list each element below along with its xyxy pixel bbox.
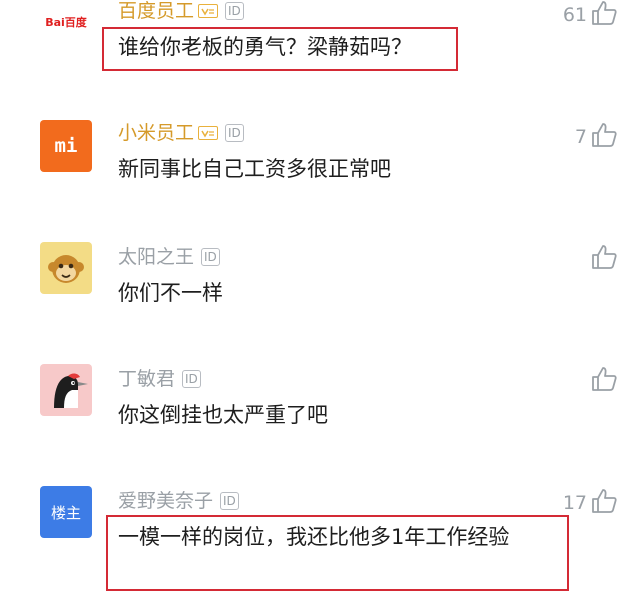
verified-icon	[198, 126, 219, 140]
thumbs-up-icon[interactable]	[591, 0, 617, 30]
woodpecker-icon	[54, 373, 88, 408]
highlight-box	[102, 27, 458, 71]
baidu-logo-text: Bai百度	[45, 16, 87, 29]
username[interactable]: 太阳之王	[118, 246, 194, 268]
like-count: 7	[574, 126, 587, 148]
thumbs-up-icon[interactable]	[591, 244, 617, 274]
id-badge: ID	[225, 2, 244, 20]
thumbs-up-icon[interactable]	[591, 366, 617, 396]
avatar-baidu[interactable]: Bai百度	[40, 2, 92, 42]
monkey-icon	[48, 255, 84, 283]
op-badge: 楼主	[50, 503, 81, 522]
highlight-box	[106, 515, 569, 591]
comment-text: 新同事比自己工资多很正常吧	[118, 157, 391, 181]
avatar-xiaomi[interactable]: mi	[40, 120, 92, 172]
username[interactable]: 小米员工	[118, 122, 194, 144]
avatar-op[interactable]: 楼主	[40, 486, 92, 538]
avatar-monkey[interactable]	[40, 242, 92, 294]
comment-text: 你们不一样	[118, 281, 223, 305]
verified-icon	[198, 4, 219, 18]
id-badge: ID	[201, 248, 220, 266]
like-count: 61	[562, 4, 587, 26]
username[interactable]: 爱野美奈子	[118, 490, 213, 512]
like-count: 17	[562, 492, 587, 514]
comment-text: 你这倒挂也太严重了吧	[118, 403, 328, 427]
username[interactable]: 百度员工	[118, 0, 194, 22]
id-badge: ID	[182, 370, 201, 388]
username[interactable]: 丁敏君	[118, 368, 175, 390]
thumbs-up-icon[interactable]	[591, 122, 617, 152]
avatar-woodpecker[interactable]	[40, 364, 92, 416]
xiaomi-logo-text: mi	[54, 135, 78, 157]
id-badge: ID	[220, 492, 239, 510]
thumbs-up-icon[interactable]	[591, 488, 617, 518]
id-badge: ID	[225, 124, 244, 142]
